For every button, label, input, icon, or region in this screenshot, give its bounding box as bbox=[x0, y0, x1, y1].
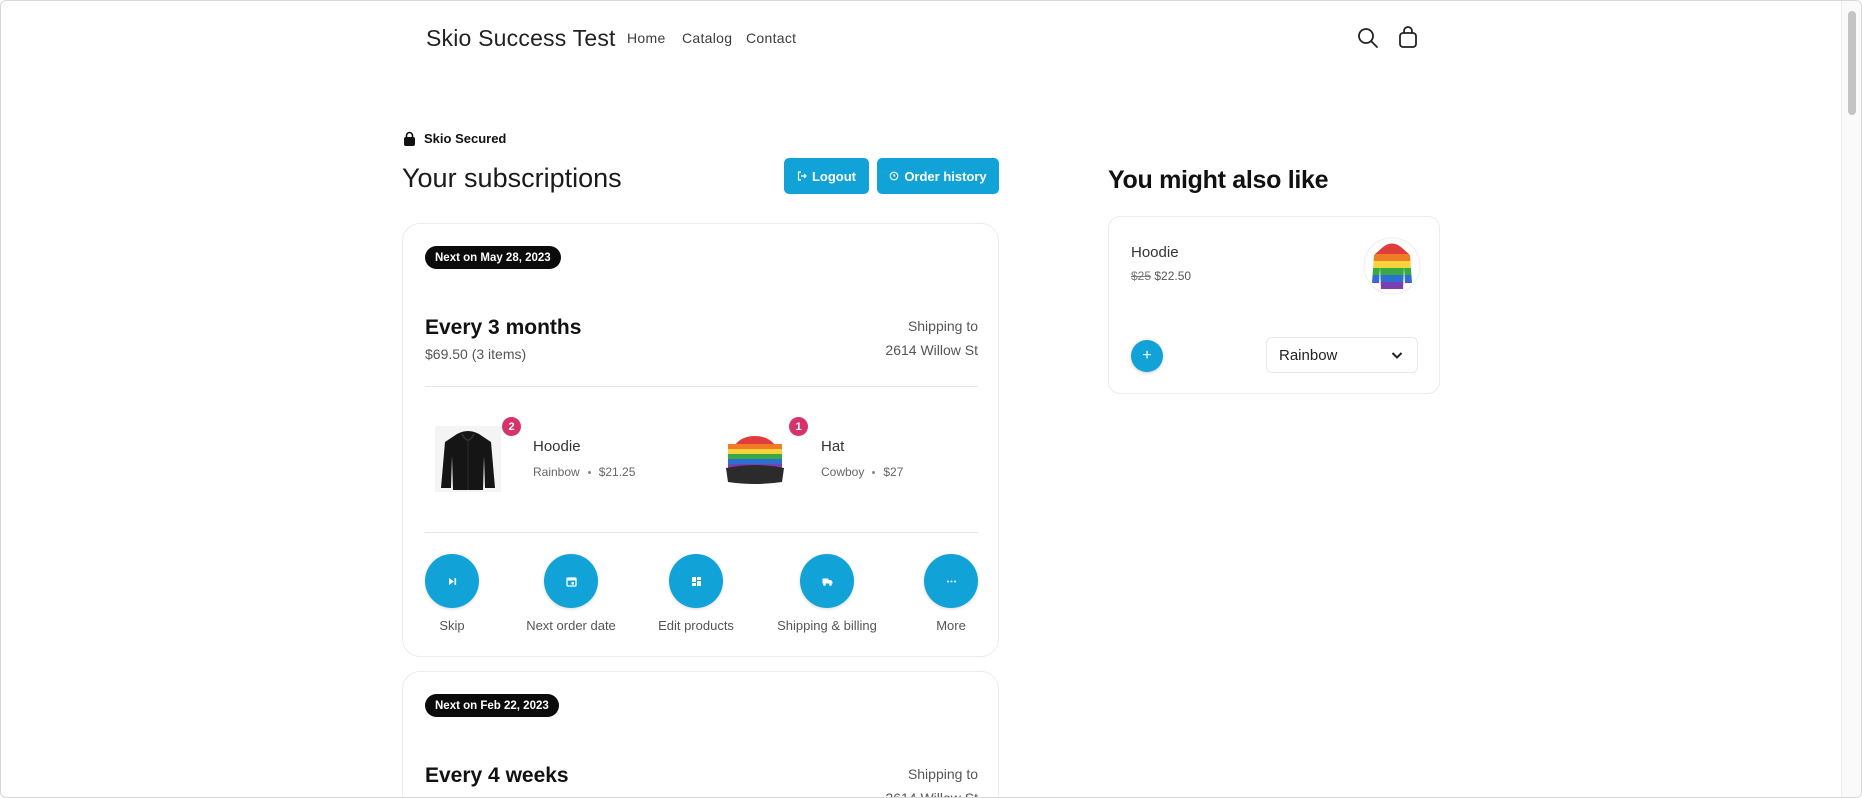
nav-contact[interactable]: Contact bbox=[746, 30, 796, 46]
secured-label: Skio Secured bbox=[424, 131, 507, 146]
hoodie-product-image bbox=[435, 426, 501, 492]
history-icon bbox=[889, 171, 899, 181]
next-order-pill: Next on Feb 22, 2023 bbox=[425, 694, 559, 717]
secured-notice: Skio Secured bbox=[403, 131, 506, 146]
original-price: $25 bbox=[1131, 269, 1152, 283]
shipping-address: 2614 Willow St bbox=[885, 790, 978, 798]
more-icon bbox=[924, 554, 978, 608]
grid-icon bbox=[669, 554, 723, 608]
chevron-down-icon bbox=[1391, 352, 1403, 359]
order-history-label: Order history bbox=[904, 168, 987, 184]
logout-icon bbox=[797, 171, 807, 181]
edit-products-button[interactable]: Edit products bbox=[626, 554, 766, 633]
shipping-billing-button[interactable]: Shipping & billing bbox=[757, 554, 897, 633]
recommendation-name[interactable]: Hoodie bbox=[1131, 244, 1179, 261]
edit-products-label: Edit products bbox=[658, 618, 734, 633]
page-title: Your subscriptions bbox=[402, 163, 622, 193]
sale-price: $22.50 bbox=[1154, 269, 1192, 283]
search-icon[interactable] bbox=[1355, 25, 1381, 51]
product-price: $27 bbox=[883, 465, 904, 479]
nav-catalog[interactable]: Catalog bbox=[682, 30, 732, 46]
quantity-badge: 1 bbox=[789, 417, 808, 436]
shipping-address: 2614 Willow St bbox=[885, 342, 978, 358]
more-label: More bbox=[936, 618, 966, 633]
subscription-frequency: Every 4 weeks bbox=[425, 764, 569, 787]
rainbow-hoodie-image bbox=[1363, 237, 1421, 295]
subscription-card: Next on Feb 22, 2023 Every 4 weeks Shipp… bbox=[402, 671, 999, 798]
product-meta: Cowboy $27 bbox=[821, 465, 903, 479]
separator-dot bbox=[872, 470, 876, 474]
scrollbar[interactable] bbox=[1841, 1, 1861, 797]
next-order-date-button[interactable]: Next order date bbox=[501, 554, 641, 633]
recommendation-price: $25 $22.50 bbox=[1131, 269, 1191, 283]
product-variant: Rainbow bbox=[533, 465, 580, 479]
add-to-subscription-button[interactable]: + bbox=[1131, 340, 1163, 372]
shipping-billing-label: Shipping & billing bbox=[777, 618, 877, 633]
nav-home[interactable]: Home bbox=[627, 30, 666, 46]
subscription-summary: $69.50 (3 items) bbox=[425, 346, 527, 362]
recommendations-title: You might also like bbox=[1108, 166, 1329, 194]
hat-product-image bbox=[722, 426, 788, 492]
logout-label: Logout bbox=[811, 168, 857, 184]
product-name: Hat bbox=[821, 438, 845, 455]
selected-variant: Rainbow bbox=[1279, 346, 1338, 364]
subscription-card: Next on May 28, 2023 Every 3 months $69.… bbox=[402, 223, 999, 657]
site-header: Skio Success Test Home Catalog Contact bbox=[1, 1, 1843, 76]
product-price: $21.25 bbox=[598, 465, 636, 479]
brand-logo[interactable]: Skio Success Test bbox=[426, 25, 616, 52]
shipping-label: Shipping to bbox=[907, 318, 978, 334]
variant-select[interactable]: Rainbow bbox=[1266, 337, 1418, 373]
more-button[interactable]: More bbox=[881, 554, 1021, 633]
cart-icon[interactable] bbox=[1395, 25, 1421, 51]
skip-icon bbox=[425, 554, 479, 608]
next-order-date-label: Next order date bbox=[526, 618, 616, 633]
product-name: Hoodie bbox=[533, 438, 581, 455]
lock-icon bbox=[404, 131, 415, 146]
browser-window: Skio Success Test Home Catalog Contact S… bbox=[0, 0, 1862, 798]
divider bbox=[425, 532, 978, 533]
order-history-button[interactable]: Order history bbox=[877, 158, 999, 194]
next-order-pill: Next on May 28, 2023 bbox=[425, 246, 561, 269]
separator-dot bbox=[587, 470, 591, 474]
logout-button[interactable]: Logout bbox=[784, 158, 869, 194]
scrollbar-thumb[interactable] bbox=[1848, 11, 1856, 115]
quantity-badge: 2 bbox=[502, 417, 521, 436]
calendar-icon bbox=[544, 554, 598, 608]
product-meta: Rainbow $21.25 bbox=[533, 465, 635, 479]
subscription-frequency: Every 3 months bbox=[425, 316, 582, 339]
recommendation-card: Hoodie $25 $22.50 + Rainbow bbox=[1108, 216, 1440, 394]
truck-icon bbox=[800, 554, 854, 608]
product-variant: Cowboy bbox=[821, 465, 865, 479]
divider bbox=[425, 386, 978, 387]
shipping-label: Shipping to bbox=[907, 766, 978, 782]
